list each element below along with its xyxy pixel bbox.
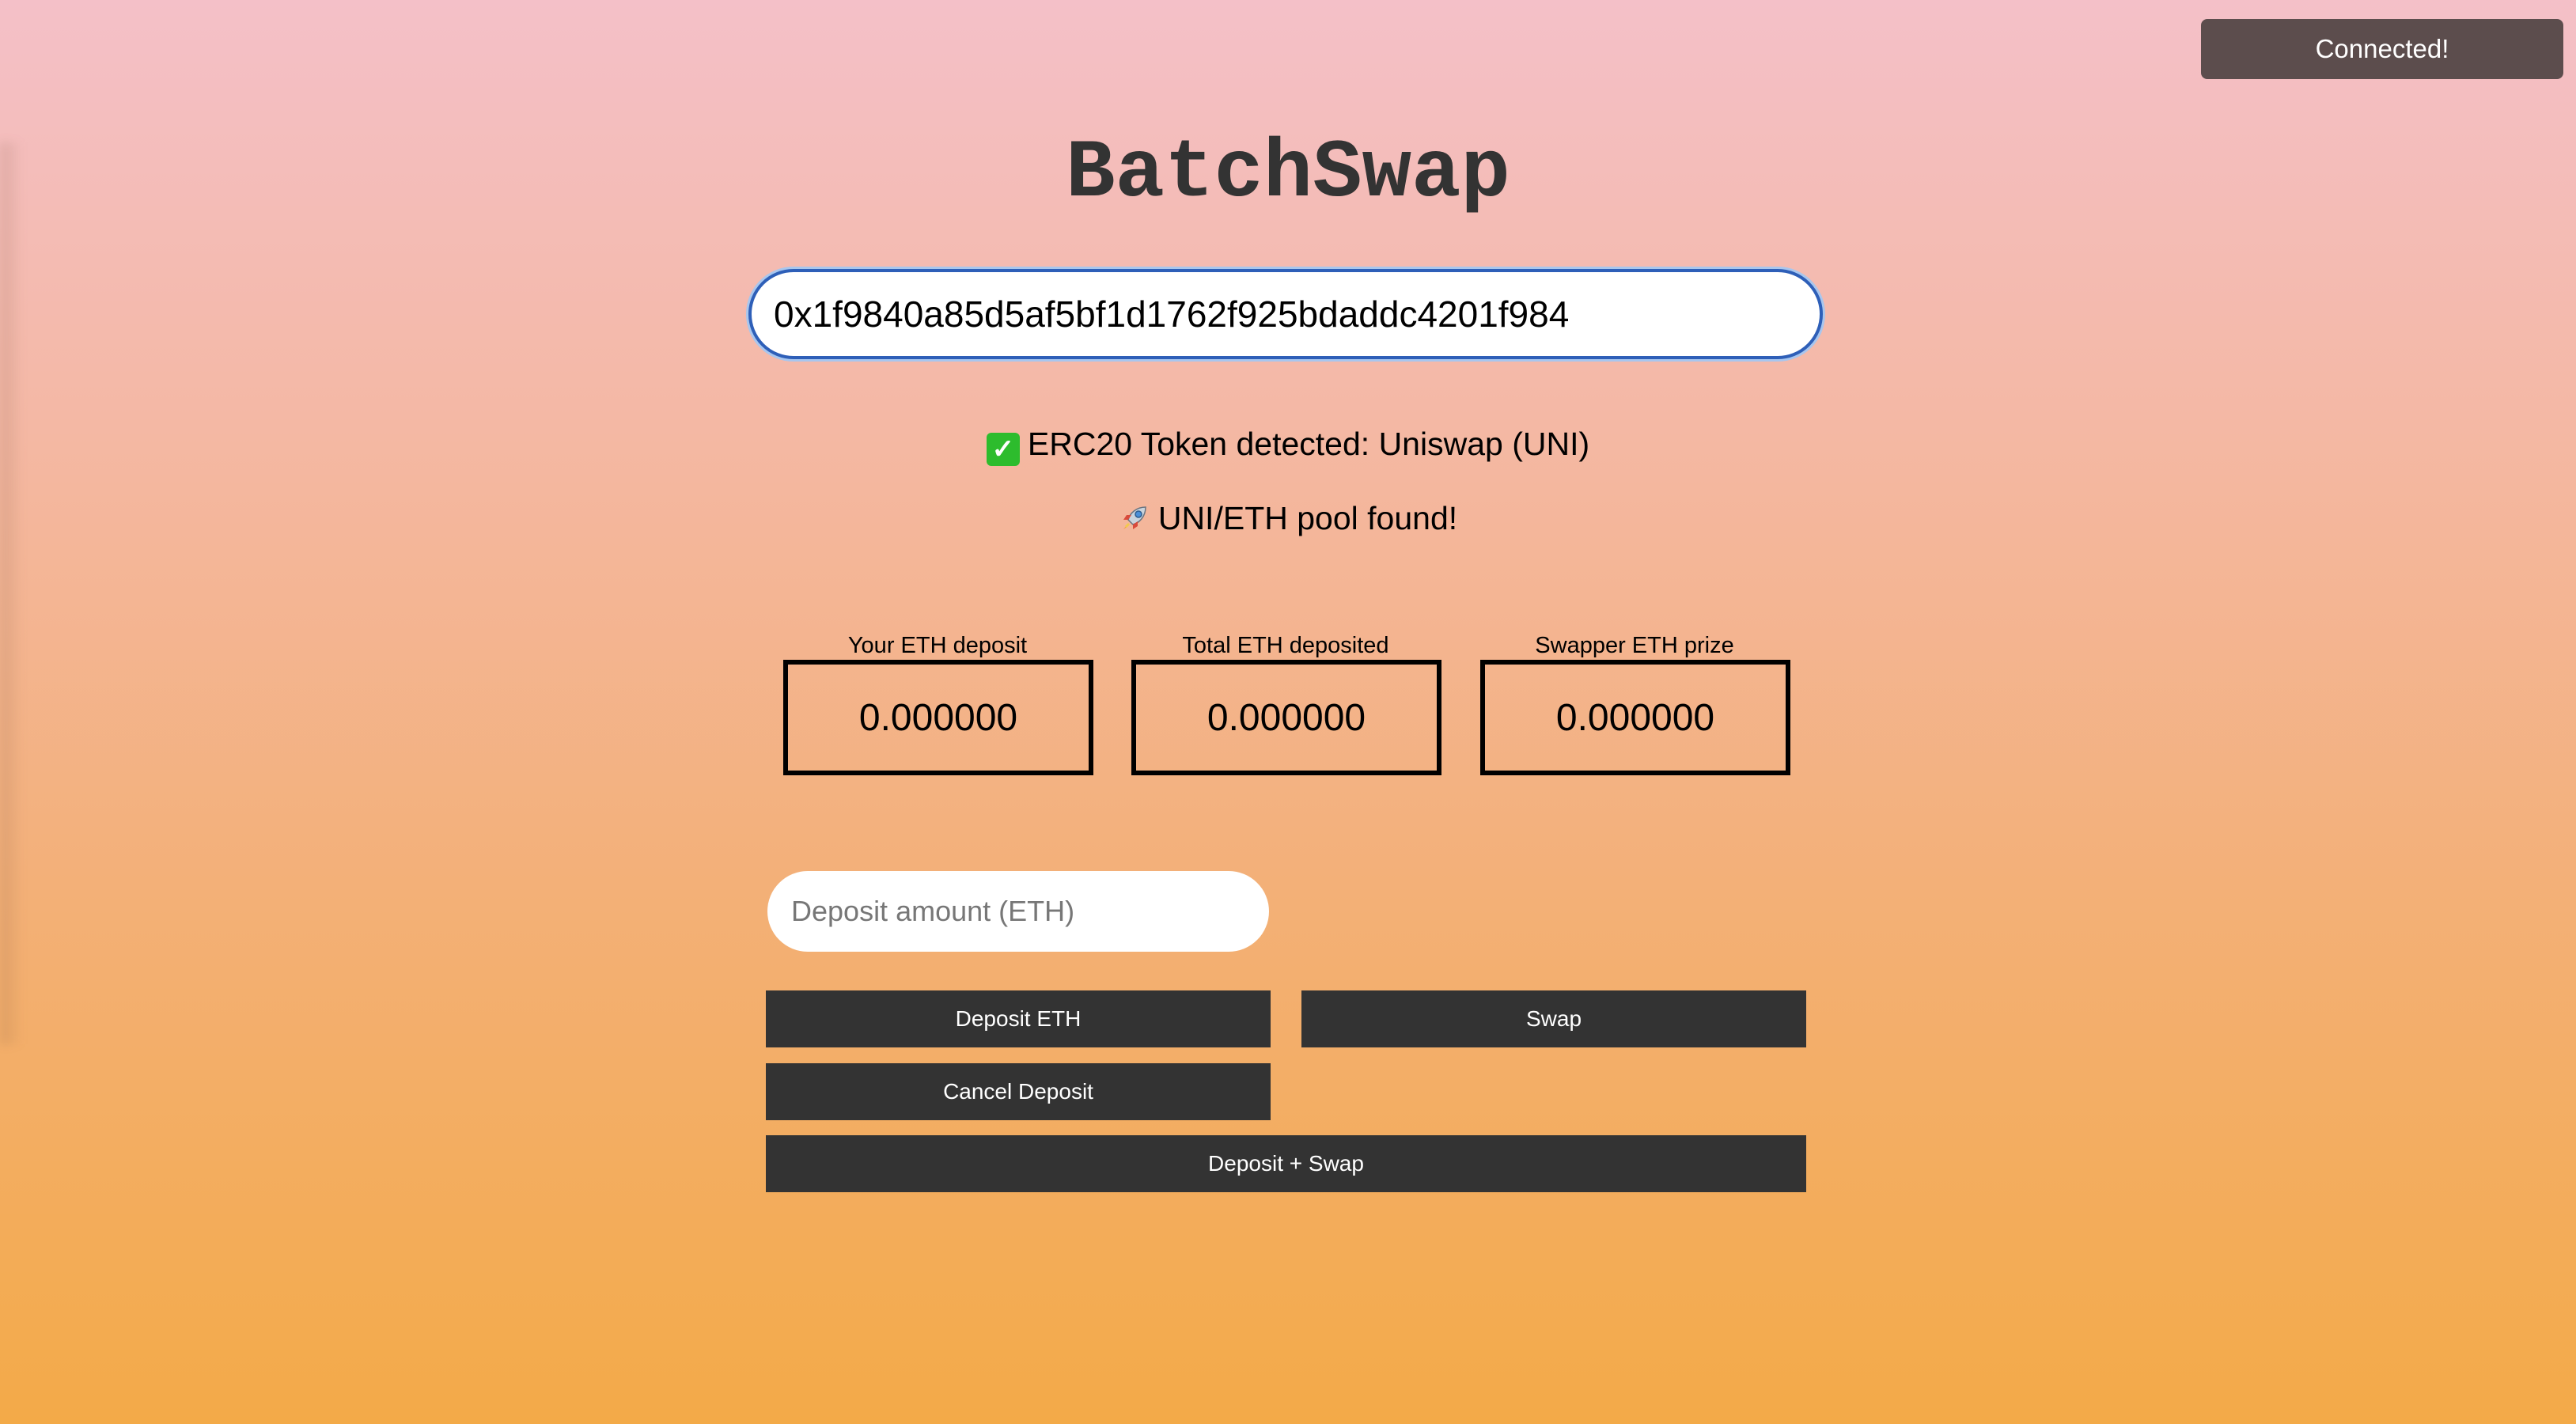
deposit-amount-input[interactable]	[767, 871, 1269, 952]
token-detected-text: ERC20 Token detected: Uniswap (UNI)	[1027, 426, 1590, 462]
connected-toast: Connected!	[2201, 19, 2563, 79]
token-detected-status: ✓ ERC20 Token detected: Uniswap (UNI)	[0, 424, 2576, 466]
swapper-eth-prize-value-box: 0.000000	[1480, 660, 1790, 775]
total-eth-deposited-value: 0.000000	[1207, 696, 1366, 739]
deposit-eth-button[interactable]: Deposit ETH	[766, 990, 1271, 1047]
deposit-swap-button[interactable]: Deposit + Swap	[766, 1135, 1806, 1192]
total-eth-deposited-label: Total ETH deposited	[1182, 633, 1389, 658]
toast-text: Connected!	[2315, 34, 2449, 63]
pool-found-status: UNI/ETH pool found!	[0, 498, 2576, 538]
cancel-deposit-button[interactable]: Cancel Deposit	[766, 1063, 1271, 1120]
check-mark-icon: ✓	[986, 433, 1020, 466]
token-address-input[interactable]	[748, 269, 1823, 359]
swapper-eth-prize-value: 0.000000	[1555, 696, 1715, 739]
left-edge-shadow	[0, 142, 22, 1044]
swap-button[interactable]: Swap	[1301, 990, 1806, 1047]
swapper-eth-prize-label: Swapper ETH prize	[1535, 633, 1734, 658]
total-eth-deposited-value-box: 0.000000	[1131, 660, 1441, 775]
your-eth-deposit-value-box: 0.000000	[783, 660, 1093, 775]
rocket-icon	[1119, 500, 1150, 536]
your-eth-deposit-value: 0.000000	[858, 696, 1018, 739]
your-eth-deposit-label: Your ETH deposit	[847, 633, 1028, 658]
pool-found-text: UNI/ETH pool found!	[1157, 500, 1458, 536]
page-title: BatchSwap	[1066, 127, 1510, 221]
